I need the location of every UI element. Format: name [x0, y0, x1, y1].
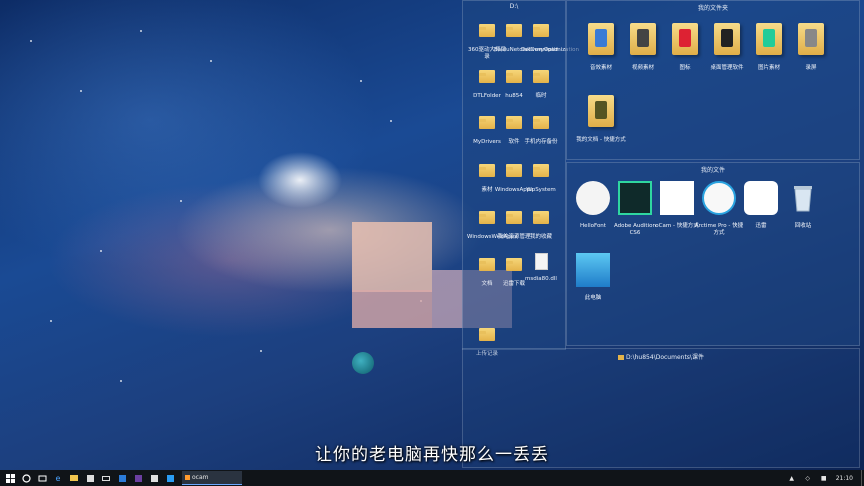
folder-icon [533, 24, 549, 44]
folder-icon [533, 70, 549, 90]
folder-icon [479, 164, 495, 184]
app-icon[interactable] [116, 472, 128, 484]
app-folder-icon [709, 23, 745, 61]
folder-item-label: 录屏 [805, 65, 817, 71]
fence-title: D:\hu854\Documents\课件 [463, 352, 859, 361]
thunder-icon [743, 181, 779, 219]
clock[interactable]: 21:10 [836, 475, 853, 482]
taskbar-active-app[interactable]: ocam [182, 471, 242, 485]
folder-icon [506, 70, 522, 90]
image-folder-icon [751, 23, 787, 61]
arctime-icon [701, 181, 737, 219]
desktop-item-label: WpSystem [526, 187, 556, 193]
hellofont-icon [575, 181, 611, 219]
desktop-item[interactable]: 我的收藏 [521, 206, 561, 241]
fence-title: 我的文件夹 [697, 5, 728, 12]
folder-icon [479, 116, 495, 136]
task-view-icon[interactable] [36, 472, 48, 484]
mail-icon[interactable] [100, 472, 112, 484]
folder-item[interactable]: 录屏 [785, 19, 837, 72]
desktop-item[interactable]: 临时 [521, 65, 561, 100]
folder-icon [533, 164, 549, 184]
shortcut-item[interactable]: 此电脑 [567, 251, 619, 302]
taskbar: e ocam ▲ ◇ ■ 21:10 [0, 470, 864, 486]
audio-folder-icon [583, 23, 619, 61]
fence-my-files[interactable]: 我的文件 HelloFont Adobe Audition CS6 oCam - 快… [566, 162, 860, 346]
desktop-item-label: 临时 [535, 93, 547, 99]
app-icon[interactable] [148, 472, 160, 484]
fence-title: D:\ [509, 3, 519, 10]
folder-icon [479, 258, 495, 278]
video-subtitle: 让你的老电脑再快那么一丢丢 [315, 445, 549, 465]
folder-item-label: 我的文档 - 快捷方式 [576, 137, 626, 143]
desktop-item[interactable]: 手机内存备份 [521, 111, 561, 146]
ocam-icon [659, 181, 695, 219]
shortcut-item-label: 回收站 [794, 223, 812, 229]
this-pc-icon [575, 253, 611, 291]
speaker-icon[interactable]: ▲ [786, 472, 798, 484]
folder-icon [506, 258, 522, 278]
ime-icon[interactable]: ■ [818, 472, 830, 484]
desktop-item[interactable]: WpSystem [521, 159, 561, 194]
fence-d-drive[interactable]: D:\ 360驱动大师目录 BaiduNetdiskDownload Deliver… [462, 0, 580, 357]
fence-title: 我的文件 [700, 167, 725, 174]
edge-browser-icon[interactable]: e [52, 472, 64, 484]
fence-my-folders[interactable]: 我的文件夹 音效素材 视频素材 图标 桌面管理软件 图片素材 录屏 我的文档 - 快捷方式 [566, 0, 860, 160]
folder-item[interactable]: 我的文档 - 快捷方式 [575, 91, 627, 144]
ocam-icon [185, 475, 190, 480]
folder-icon [506, 24, 522, 44]
floating-widget-icon[interactable] [352, 352, 374, 374]
folder-icon [506, 211, 522, 231]
folder-icon [506, 116, 522, 136]
folder-icon [506, 164, 522, 184]
screen-folder-icon [793, 23, 829, 61]
folder-icon [479, 70, 495, 90]
cortana-icon[interactable] [20, 472, 32, 484]
network-icon[interactable]: ◇ [802, 472, 814, 484]
qq-folder-icon [667, 23, 703, 61]
file-explorer-icon[interactable] [68, 472, 80, 484]
app-icon[interactable] [164, 472, 176, 484]
dll-file-icon [533, 253, 549, 273]
audition-icon [617, 181, 653, 219]
folder-icon [533, 211, 549, 231]
shortcut-item-label: 此电脑 [584, 295, 602, 301]
shortcut-folder-icon [583, 95, 619, 133]
app-icon[interactable] [132, 472, 144, 484]
video-folder-icon [625, 23, 661, 61]
folder-icon [479, 211, 495, 231]
desktop-item-label: 手机内存备份 [524, 139, 558, 145]
desktop-item-label: 我的收藏 [529, 234, 552, 240]
folder-icon [618, 355, 625, 360]
store-icon[interactable] [84, 472, 96, 484]
mosaic-block [352, 290, 432, 328]
folder-icon [479, 24, 495, 44]
start-button[interactable] [4, 472, 16, 484]
shortcut-item[interactable]: 回收站 [777, 179, 829, 230]
folder-icon [479, 328, 495, 348]
folder-icon [533, 116, 549, 136]
desktop-item-label: DeliveryOptimization [521, 47, 580, 53]
desktop-item[interactable]: msdia80.dll [521, 253, 561, 283]
desktop-item-label: msdia80.dll [525, 276, 557, 282]
recycle-bin-icon [785, 181, 821, 219]
mosaic-block [352, 222, 432, 292]
desktop-item[interactable]: DeliveryOptimization [521, 19, 580, 54]
